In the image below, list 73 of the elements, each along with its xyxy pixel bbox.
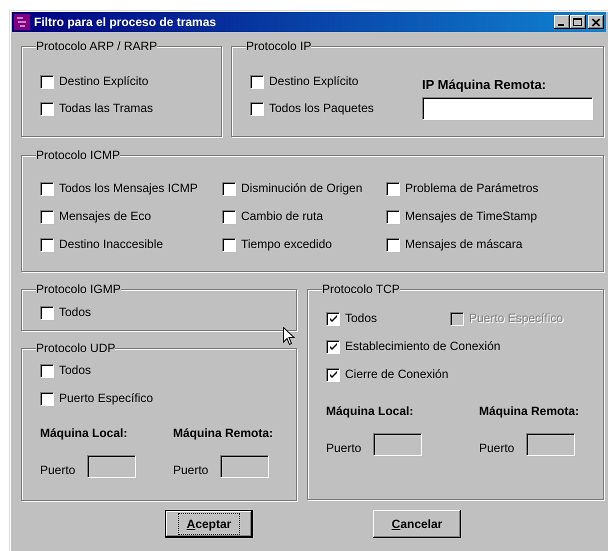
port-label: Puerto <box>173 462 208 478</box>
checkbox-label: Todos los Mensajes ICMP <box>59 180 198 197</box>
checkbox[interactable] <box>250 74 263 88</box>
minimize-button[interactable] <box>554 15 570 29</box>
port-heading: Máquina Local: <box>326 403 414 420</box>
checkbox-label: Todos <box>59 304 92 321</box>
checkmark-icon <box>330 371 336 378</box>
checkbox-label: Destino Inaccesible <box>59 236 164 253</box>
group-title: Protocolo ICMP <box>36 148 120 162</box>
window-title: Filtro para el proceso de tramas <box>34 14 216 31</box>
checkbox-label: Establecimiento de Conexión <box>345 338 500 355</box>
checkbox[interactable] <box>40 74 53 88</box>
checkbox-label: Destino Explícito <box>59 73 148 90</box>
checkbox[interactable] <box>326 312 339 324</box>
group-title: Protocolo UDP <box>36 341 116 355</box>
checkbox-label: Problema de Parámetros <box>405 180 538 197</box>
port-label: Puerto <box>326 440 362 456</box>
dialog-button[interactable]: Cancelar <box>373 510 461 538</box>
port-field[interactable] <box>373 433 422 455</box>
checkbox-label: Disminución de Origen <box>241 180 362 197</box>
maximize-icon <box>573 18 583 26</box>
group-title: Protocolo TCP <box>322 282 400 296</box>
port-field[interactable] <box>220 455 268 477</box>
group-title: Protocolo IGMP <box>36 282 121 296</box>
checkmark-icon <box>330 315 336 322</box>
checkbox[interactable] <box>40 392 53 404</box>
mouse-pointer-icon <box>283 327 295 346</box>
checkbox-label: Cambio de ruta <box>241 208 324 225</box>
checkbox[interactable] <box>386 182 399 194</box>
checkbox-label: Destino Explícito <box>269 73 358 90</box>
close-icon <box>591 18 601 26</box>
checkbox[interactable] <box>386 210 399 222</box>
checkbox[interactable] <box>222 182 235 194</box>
minimize-icon <box>558 24 564 26</box>
group-title: Protocolo IP <box>246 39 312 53</box>
port-heading: Máquina Remota: <box>479 403 580 420</box>
checkbox[interactable] <box>326 340 339 352</box>
checkbox[interactable] <box>250 102 263 114</box>
ip-input-field[interactable] <box>422 96 592 118</box>
checkbox-label: Todos <box>59 362 92 379</box>
checkbox-label: Puerto Específico <box>469 310 564 327</box>
checkbox-label: Mensajes de máscara <box>405 236 522 253</box>
checkbox-label: Puerto Específico <box>59 390 154 407</box>
checkbox-label: Mensajes de Eco <box>59 208 152 225</box>
checkbox-label: Todas las Tramas <box>59 100 154 117</box>
checkbox-label: Todos <box>345 310 378 327</box>
field-label: IP Máquina Remota: <box>422 76 548 94</box>
group-title: Protocolo ARP / RARP <box>36 39 158 53</box>
dialog-button[interactable]: Aceptar <box>165 510 253 538</box>
checkbox-label: Todos los Paquetes <box>269 100 374 117</box>
checkbox[interactable] <box>222 238 235 250</box>
checkbox[interactable] <box>40 182 53 194</box>
checkbox[interactable] <box>386 238 399 250</box>
checkbox[interactable] <box>222 210 235 222</box>
port-field[interactable] <box>87 455 136 477</box>
checkbox[interactable] <box>40 306 53 318</box>
checkbox-label: Mensajes de TimeStamp <box>405 208 538 225</box>
port-label: Puerto <box>40 462 76 478</box>
checkbox[interactable] <box>40 210 53 222</box>
port-heading: Máquina Local: <box>40 425 128 442</box>
maximize-button[interactable] <box>570 15 586 29</box>
port-field[interactable] <box>526 433 574 455</box>
checkbox-label: Tiempo excedido <box>241 236 332 253</box>
port-label: Puerto <box>479 440 514 456</box>
checkbox[interactable] <box>40 102 53 114</box>
port-heading: Máquina Remota: <box>173 425 274 442</box>
close-button[interactable] <box>588 15 604 29</box>
checkbox[interactable] <box>326 368 339 380</box>
checkmark-icon <box>330 343 336 350</box>
checkbox[interactable] <box>40 364 53 376</box>
app-icon <box>14 14 30 30</box>
checkbox[interactable] <box>40 238 53 250</box>
checkbox-label: Cierre de Conexión <box>345 366 448 383</box>
